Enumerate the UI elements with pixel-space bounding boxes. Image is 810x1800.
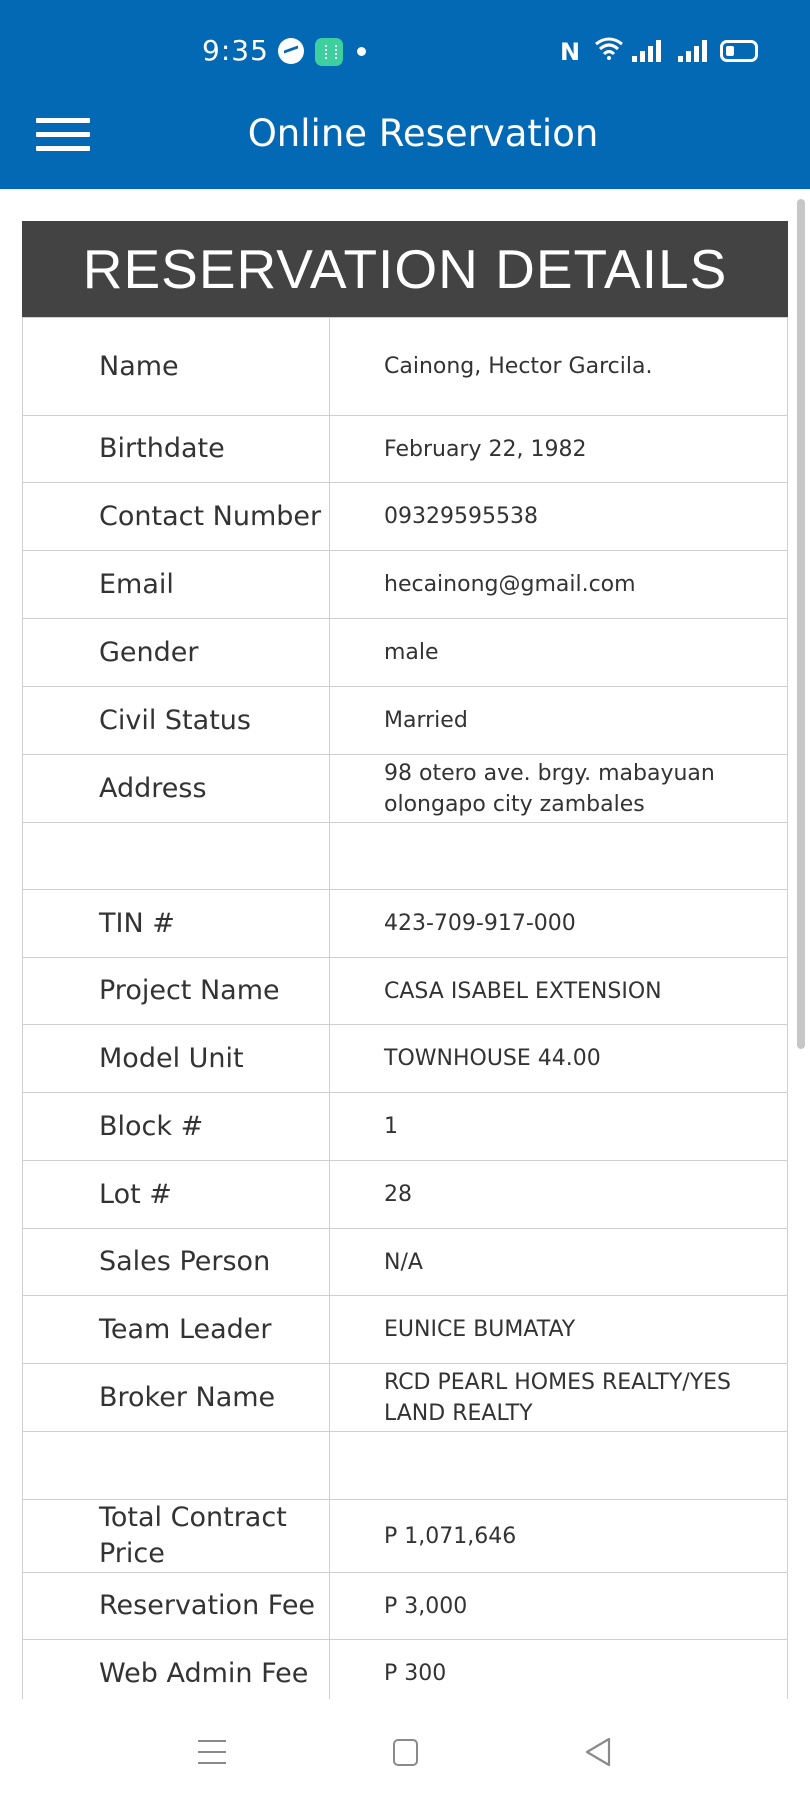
table-row: Project Name CASA ISABEL EXTENSION [22, 957, 788, 1025]
row-label: Name [22, 317, 330, 416]
row-value [329, 1431, 788, 1500]
table-row: Total Contract Price P 1,071,646 [22, 1499, 788, 1573]
row-value: P 1,071,646 [329, 1499, 788, 1573]
table-row: Lot # 28 [22, 1160, 788, 1229]
row-label: Civil Status [22, 686, 330, 755]
row-label: TIN # [22, 889, 330, 958]
row-value: RCD PEARL HOMES REALTY/YES LAND REALTY [329, 1363, 788, 1432]
row-value [329, 822, 788, 890]
details-header: RESERVATION DETAILS [22, 221, 788, 317]
row-label: Model Unit [22, 1024, 330, 1093]
table-row: Block # 1 [22, 1092, 788, 1161]
row-value: 423-709-917-000 [329, 889, 788, 958]
app-notification-icon [315, 38, 343, 66]
table-row: Email hecainong@gmail.com [22, 550, 788, 619]
battery-icon [720, 40, 758, 62]
home-icon[interactable] [393, 1739, 418, 1766]
row-value: Married [329, 686, 788, 755]
nfc-icon: N [560, 38, 581, 66]
back-icon[interactable] [584, 1737, 612, 1767]
app-header: 9:35 N Online Reservation [0, 0, 810, 189]
scrollbar[interactable] [797, 199, 805, 1049]
row-value: 98 otero ave. brgy. mabayuan olongapo ci… [329, 754, 788, 823]
status-time: 9:35 [202, 34, 269, 67]
table-row: Reservation Fee P 3,000 [22, 1572, 788, 1640]
table-row: Birthdate February 22, 1982 [22, 415, 788, 483]
row-label: Gender [22, 618, 330, 687]
row-value: male [329, 618, 788, 687]
signal-icon [630, 38, 661, 62]
row-label: Address [22, 754, 330, 823]
row-value: 09329595538 [329, 482, 788, 551]
table-row: Civil Status Married [22, 686, 788, 755]
row-label: Total Contract Price [22, 1499, 330, 1573]
row-value: CASA ISABEL EXTENSION [329, 957, 788, 1025]
row-label: Birthdate [22, 415, 330, 483]
row-value: N/A [329, 1228, 788, 1296]
row-label [22, 822, 330, 890]
messenger-icon [278, 38, 304, 64]
row-label: Email [22, 550, 330, 619]
table-row: Name Cainong, Hector Garcila. [22, 317, 788, 416]
details-table: Name Cainong, Hector Garcila. Birthdate … [22, 317, 788, 1699]
row-label: Web Admin Fee [22, 1639, 330, 1699]
row-value: Cainong, Hector Garcila. [329, 317, 788, 416]
table-row: Gender male [22, 618, 788, 687]
table-row: Broker Name RCD PEARL HOMES REALTY/YES L… [22, 1363, 788, 1432]
main-content[interactable]: RESERVATION DETAILS Name Cainong, Hector… [0, 189, 810, 1699]
row-label: Sales Person [22, 1228, 330, 1296]
row-label: Reservation Fee [22, 1572, 330, 1640]
system-nav-bar [0, 1699, 810, 1800]
row-value: TOWNHOUSE 44.00 [329, 1024, 788, 1093]
row-label: Contact Number [22, 482, 330, 551]
table-row [22, 822, 788, 890]
table-row: Address 98 otero ave. brgy. mabayuan olo… [22, 754, 788, 823]
row-value: hecainong@gmail.com [329, 550, 788, 619]
page-title: Online Reservation [247, 112, 599, 155]
status-bar: 9:35 N [0, 0, 810, 100]
table-row: Contact Number 09329595538 [22, 482, 788, 551]
notification-dot-icon [357, 47, 366, 56]
table-row [22, 1431, 788, 1500]
table-row: TIN # 423-709-917-000 [22, 889, 788, 958]
row-value: 1 [329, 1092, 788, 1161]
signal-icon [676, 38, 707, 62]
table-row: Model Unit TOWNHOUSE 44.00 [22, 1024, 788, 1093]
recent-apps-icon[interactable] [198, 1739, 226, 1765]
row-value: EUNICE BUMATAY [329, 1295, 788, 1364]
row-value: P 300 [329, 1639, 788, 1699]
row-label: Block # [22, 1092, 330, 1161]
wifi-icon [595, 37, 623, 60]
row-value: February 22, 1982 [329, 415, 788, 483]
row-value: P 3,000 [329, 1572, 788, 1640]
table-row: Team Leader EUNICE BUMATAY [22, 1295, 788, 1364]
table-row: Web Admin Fee P 300 [22, 1639, 788, 1699]
row-label: Team Leader [22, 1295, 330, 1364]
row-value: 28 [329, 1160, 788, 1229]
row-label: Lot # [22, 1160, 330, 1229]
table-row: Sales Person N/A [22, 1228, 788, 1296]
row-label: Project Name [22, 957, 330, 1025]
screen: 9:35 N Online Reservation RESERVATION DE… [0, 0, 810, 1800]
row-label [22, 1431, 330, 1500]
row-label: Broker Name [22, 1363, 330, 1432]
